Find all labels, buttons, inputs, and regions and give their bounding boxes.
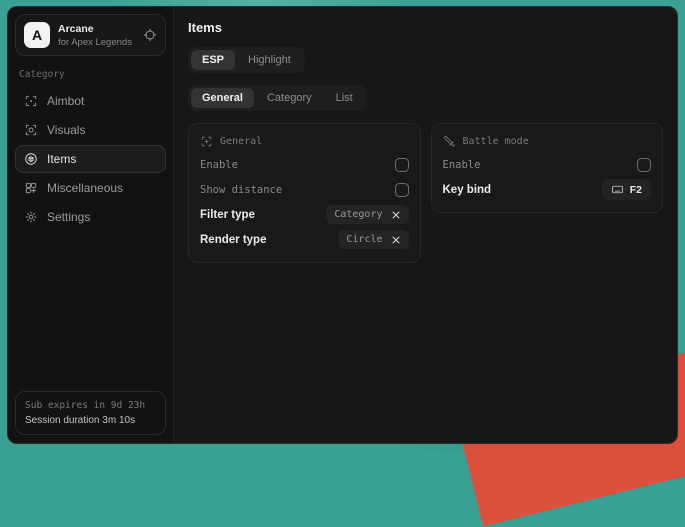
tab-general[interactable]: General	[191, 88, 254, 108]
sidebar-item-label: Aimbot	[47, 94, 84, 108]
panel-header: General	[200, 133, 409, 152]
panel-title: Battle mode	[463, 136, 529, 147]
viewfinder-icon	[200, 135, 213, 148]
keybind-value: F2	[630, 184, 642, 196]
keybind-chip[interactable]: F2	[602, 179, 651, 200]
keyboard-icon	[611, 183, 624, 196]
setting-row: Render type Circle	[200, 227, 409, 252]
brand-card: A Arcane for Apex Legends	[15, 14, 166, 56]
sub-expiry-text: Sub expires in 9d 23h	[25, 400, 156, 411]
subscription-card: Sub expires in 9d 23h Session duration 3…	[15, 391, 166, 435]
brand-name: Arcane	[58, 23, 135, 35]
select-value: Category	[334, 209, 382, 220]
session-duration-text: Session duration 3m 10s	[25, 415, 156, 426]
grid-icon	[24, 181, 38, 195]
sidebar-item-aimbot[interactable]: Aimbot	[15, 87, 166, 115]
select-value: Circle	[346, 234, 382, 245]
gear-icon	[24, 210, 38, 224]
sidebar-item-label: Settings	[47, 210, 90, 224]
sidebar-nav: Aimbot Visuals Items Miscellaneous Settings	[15, 87, 166, 231]
select-chip[interactable]: Category	[326, 205, 408, 224]
package-icon	[24, 152, 38, 166]
setting-row: Enable	[443, 152, 652, 177]
page-title: Items	[188, 20, 663, 35]
aim-icon	[24, 94, 38, 108]
eye-icon	[24, 123, 38, 137]
setting-label: Enable	[443, 159, 481, 171]
setting-row: Show distance	[200, 177, 409, 202]
panel-battle-mode: Battle mode Enable Key bind F2	[431, 123, 664, 213]
tab-esp[interactable]: ESP	[191, 50, 235, 70]
setting-row: Filter type Category	[200, 202, 409, 227]
tab-category[interactable]: Category	[256, 88, 323, 108]
main-content: Items ESPHighlight GeneralCategoryList G…	[174, 7, 677, 443]
brand-subtitle: for Apex Legends	[58, 37, 135, 48]
app-window: A Arcane for Apex Legends Category Aimbo…	[7, 6, 678, 444]
setting-label: Render type	[200, 234, 266, 246]
close-icon[interactable]	[391, 210, 401, 220]
sidebar-item-label: Miscellaneous	[47, 181, 123, 195]
sidebar-item-label: Visuals	[47, 123, 85, 137]
mode-tab-group: ESPHighlight	[188, 47, 305, 73]
sidebar-section-label: Category	[19, 69, 162, 80]
select-chip[interactable]: Circle	[338, 230, 408, 249]
tab-list[interactable]: List	[325, 88, 364, 108]
sidebar-item-miscellaneous[interactable]: Miscellaneous	[15, 174, 166, 202]
checkbox[interactable]	[395, 183, 409, 197]
sidebar-item-visuals[interactable]: Visuals	[15, 116, 166, 144]
setting-row: Enable	[200, 152, 409, 177]
setting-label: Filter type	[200, 209, 255, 221]
sword-icon	[443, 135, 456, 148]
setting-label: Show distance	[200, 184, 282, 196]
panel-header: Battle mode	[443, 133, 652, 152]
tab-highlight[interactable]: Highlight	[237, 50, 302, 70]
view-tab-group: GeneralCategoryList	[188, 85, 367, 111]
checkbox[interactable]	[395, 158, 409, 172]
sidebar: A Arcane for Apex Legends Category Aimbo…	[8, 7, 174, 443]
checkbox[interactable]	[637, 158, 651, 172]
crosshair-icon[interactable]	[143, 28, 157, 42]
close-icon[interactable]	[391, 235, 401, 245]
app-logo: A	[24, 22, 50, 48]
panel-title: General	[220, 136, 262, 147]
setting-label: Key bind	[443, 184, 492, 196]
setting-row: Key bind F2	[443, 177, 652, 202]
setting-label: Enable	[200, 159, 238, 171]
sidebar-item-settings[interactable]: Settings	[15, 203, 166, 231]
panels-container: General Enable Show distance Filter type Cat…	[188, 123, 663, 263]
sidebar-item-label: Items	[47, 152, 76, 166]
brand-text: Arcane for Apex Legends	[58, 23, 135, 48]
sidebar-item-items[interactable]: Items	[15, 145, 166, 173]
panel-general: General Enable Show distance Filter type Cat…	[188, 123, 421, 263]
